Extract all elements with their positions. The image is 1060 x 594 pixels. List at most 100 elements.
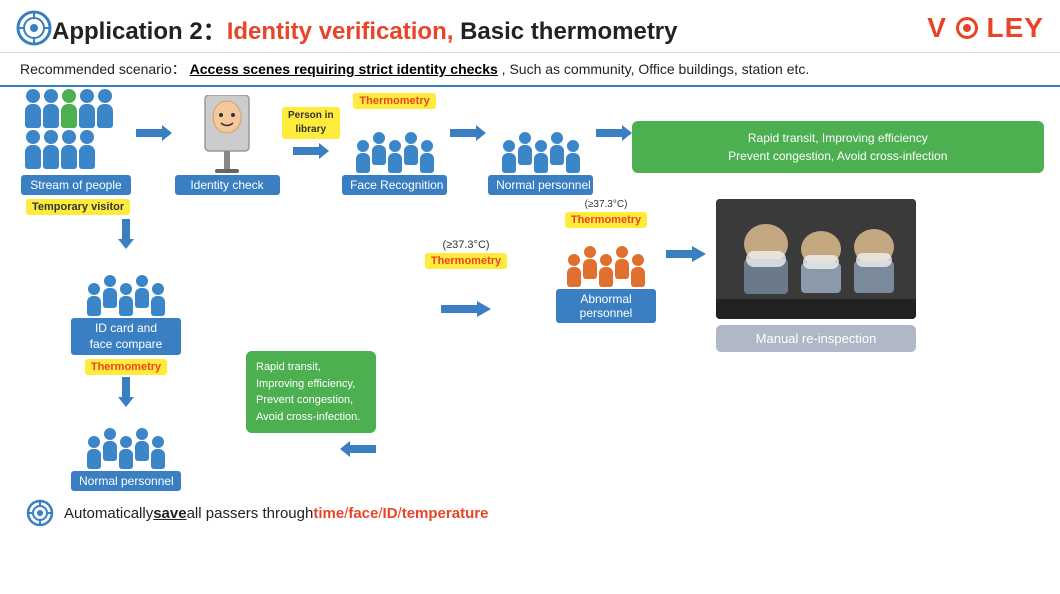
top-flow-row: Stream of people bbox=[16, 93, 1044, 195]
gb-line1: Rapid transit, bbox=[256, 359, 366, 376]
person-icon bbox=[79, 130, 95, 169]
header-bar: Application 2：Identity verification, Bas… bbox=[0, 0, 1060, 53]
thermometry-badge-top: Thermometry bbox=[353, 93, 435, 109]
person-icon bbox=[25, 89, 41, 128]
abnormal-label: Abnormalpersonnel bbox=[556, 289, 656, 323]
scenario-prefix: Recommended scenario： bbox=[20, 61, 186, 77]
masked-people-photo bbox=[716, 199, 916, 319]
save-word: save bbox=[153, 505, 186, 522]
person-icon bbox=[103, 428, 117, 461]
arrow-2: Person inlibrary bbox=[282, 93, 340, 173]
scenario-suffix: , Such as community, Office buildings, s… bbox=[502, 61, 810, 77]
scenario-bar: Recommended scenario： Access scenes requ… bbox=[0, 53, 1060, 85]
person-icon bbox=[79, 89, 95, 128]
person-icon bbox=[388, 140, 402, 173]
temperature-word: temperature bbox=[402, 505, 489, 522]
auto-save-middle: all passers through bbox=[187, 505, 314, 522]
arrow-3 bbox=[450, 93, 486, 173]
person-icon bbox=[135, 428, 149, 461]
middle-branch: (≥37.3°C) Thermometry bbox=[386, 199, 546, 491]
arrow-middle-right bbox=[441, 301, 491, 322]
green-box-line1: Rapid transit, Improving efficiency bbox=[644, 129, 1032, 147]
person-icon bbox=[61, 89, 77, 128]
stream-label: Stream of people bbox=[21, 175, 131, 195]
down-arrow-1 bbox=[118, 219, 134, 254]
photo-box bbox=[716, 199, 916, 319]
node-id-card: ID card andface compare bbox=[71, 256, 181, 355]
person-in-library-badge: Person inlibrary bbox=[282, 107, 340, 139]
person-icon bbox=[119, 283, 133, 316]
time-word: time bbox=[313, 505, 344, 522]
arrow-to-manual bbox=[666, 199, 706, 309]
auto-save-bar: Automatically save all passers through t… bbox=[16, 493, 1044, 529]
green-box-top: Rapid transit, Improving efficiency Prev… bbox=[632, 121, 1044, 173]
gb-line4: Avoid cross-infection. bbox=[256, 409, 366, 426]
gb-line3: Prevent congestion, bbox=[256, 392, 366, 409]
green-box-line2: Prevent congestion, Avoid cross-infectio… bbox=[644, 147, 1032, 165]
person-icon bbox=[567, 254, 581, 287]
face-recognition-label: Face Recognition bbox=[342, 175, 447, 195]
node-stream: Stream of people bbox=[16, 93, 136, 195]
arrow-left-to-normal bbox=[246, 435, 376, 463]
brand-logo: V LEY bbox=[927, 12, 1044, 44]
person-icon bbox=[103, 275, 117, 308]
person-icon bbox=[518, 132, 532, 165]
person-icon bbox=[356, 140, 370, 173]
auto-save-icon bbox=[26, 499, 54, 527]
person-icon bbox=[151, 283, 165, 316]
person-icon bbox=[631, 254, 645, 287]
target-icon bbox=[16, 10, 52, 46]
person-icon bbox=[550, 132, 564, 165]
green-box-bottom-left: Rapid transit, Improving efficiency, Pre… bbox=[246, 351, 376, 433]
person-icon bbox=[404, 132, 418, 165]
arrow-4 bbox=[596, 93, 632, 173]
kiosk-icon bbox=[197, 95, 257, 173]
person-icon bbox=[43, 130, 59, 169]
face-word: face bbox=[348, 505, 378, 522]
person-icon bbox=[583, 246, 597, 279]
abnormal-row: (≥37.3°C) Thermometry Abnormalpersonnel bbox=[556, 199, 916, 352]
app-label: Application 2： bbox=[52, 18, 227, 45]
person-icon bbox=[615, 246, 629, 279]
person-icon bbox=[87, 436, 101, 469]
node-face-recognition: Thermometry Face Recognition bbox=[340, 93, 450, 195]
person-icon bbox=[599, 254, 613, 287]
green-box-left-wrapper: Rapid transit, Improving efficiency, Pre… bbox=[246, 199, 376, 491]
person-icon bbox=[534, 140, 548, 173]
person-icon bbox=[372, 132, 386, 165]
identity-label: Identity verification, bbox=[227, 18, 454, 45]
temp-visitor-badge: Temporary visitor bbox=[26, 199, 130, 215]
auto-save-prefix: Automatically bbox=[64, 505, 153, 522]
id-word: ID bbox=[383, 505, 398, 522]
gb-line2: Improving efficiency, bbox=[256, 376, 366, 393]
bottom-section: Temporary visitor ID card andface compar… bbox=[16, 199, 1044, 491]
person-icon bbox=[502, 140, 516, 173]
thermometry-badge-left: Thermometry bbox=[85, 359, 167, 375]
person-icon bbox=[97, 89, 113, 128]
manual-reinspection-label: Manual re-inspection bbox=[716, 325, 916, 352]
left-branch: Temporary visitor ID card andface compar… bbox=[16, 199, 236, 491]
thermometry-badge-abnormal: Thermometry bbox=[565, 212, 647, 228]
node-abnormal: (≥37.3°C) Thermometry Abnormalpersonnel bbox=[556, 199, 656, 323]
person-icon bbox=[151, 436, 165, 469]
node-normal-bottom: Normal personnel bbox=[71, 414, 181, 491]
person-icon bbox=[119, 436, 133, 469]
scenario-highlight: Access scenes requiring strict identity … bbox=[190, 61, 498, 77]
normal-bottom-label: Normal personnel bbox=[71, 471, 181, 491]
node-normal: Normal personnel bbox=[486, 93, 596, 195]
person-icon bbox=[43, 89, 59, 128]
person-icon bbox=[25, 130, 41, 169]
down-arrow-2 bbox=[118, 377, 134, 412]
right-branch: (≥37.3°C) Thermometry Abnormalpersonnel bbox=[556, 199, 916, 491]
person-icon bbox=[87, 283, 101, 316]
subtitle-label: Basic thermometry bbox=[453, 18, 677, 45]
normal-personnel-label: Normal personnel bbox=[488, 175, 593, 195]
manual-inspection: Manual re-inspection bbox=[716, 199, 916, 352]
id-card-label: ID card andface compare bbox=[71, 318, 181, 355]
main-content: Stream of people bbox=[0, 87, 1060, 529]
node-identity: Identity check bbox=[172, 93, 282, 195]
page-title: Application 2：Identity verification, Bas… bbox=[52, 11, 678, 46]
person-icon bbox=[135, 275, 149, 308]
temp-badge-middle: (≥37.3°C) bbox=[442, 239, 489, 251]
thermometry-badge-middle: Thermometry bbox=[425, 253, 507, 269]
